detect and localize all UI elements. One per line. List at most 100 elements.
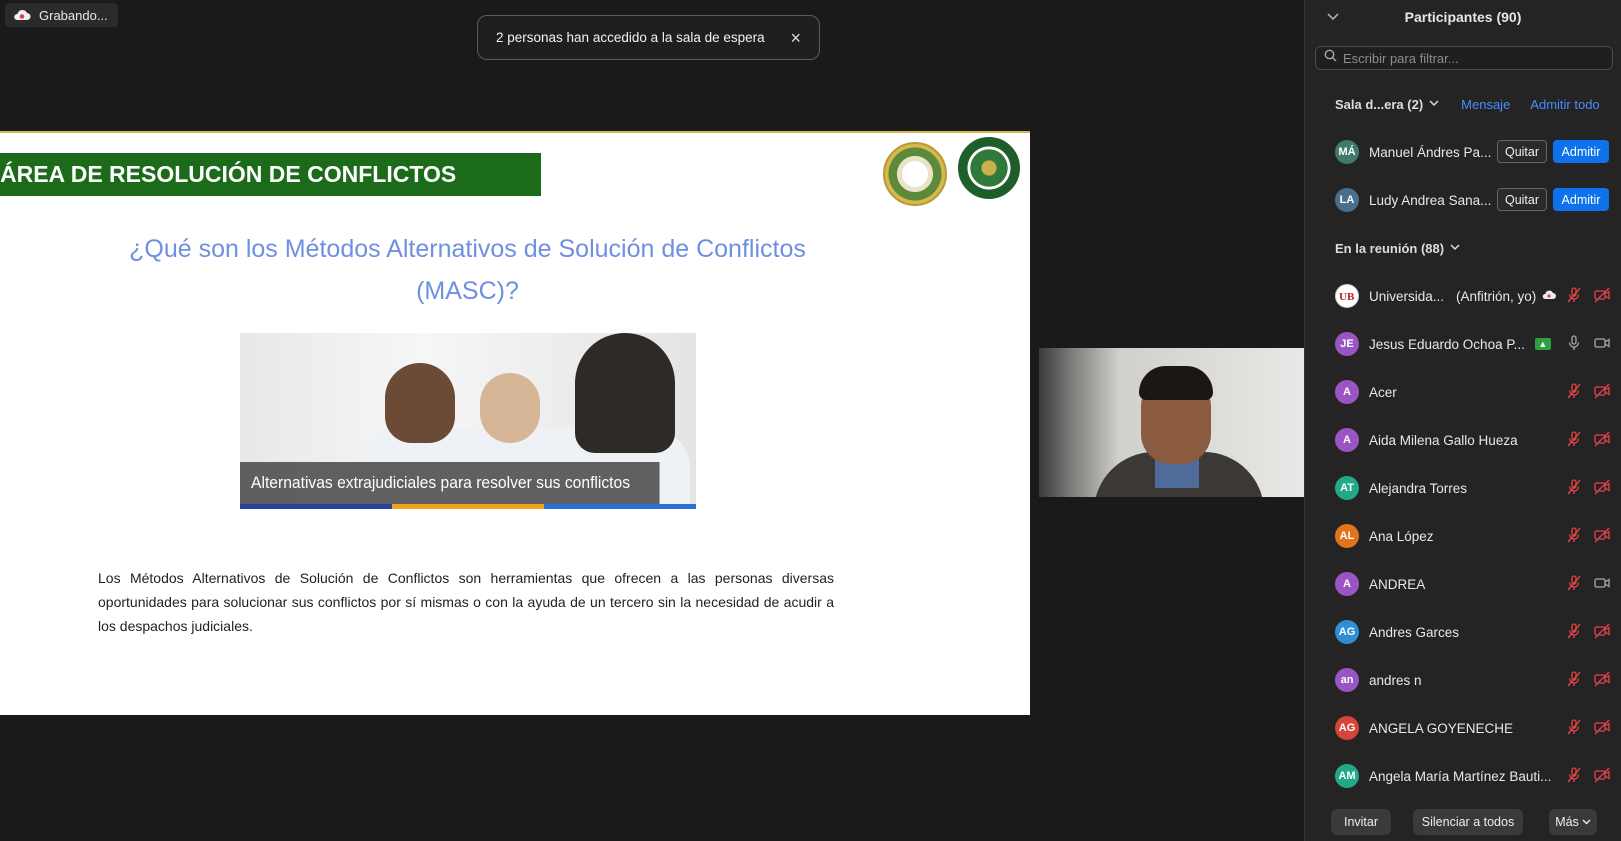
mic-muted-icon[interactable] (1565, 622, 1583, 640)
slide-body-text: Los Métodos Alternativos de Solución de … (98, 570, 834, 634)
chevron-down-icon[interactable] (1327, 10, 1339, 24)
waiting-room-label[interactable]: Sala d...era (2) (1335, 97, 1423, 112)
mute-all-button[interactable]: Silenciar a todos (1413, 809, 1523, 835)
video-person (1139, 366, 1213, 400)
remove-button[interactable]: Quitar (1497, 140, 1547, 163)
participant-name: Manuel Ándres Pa... (1369, 144, 1492, 160)
invite-button[interactable]: Invitar (1331, 809, 1391, 835)
toast-message: 2 personas han accedido a la sala de esp… (496, 30, 765, 45)
caption-stripe (240, 504, 392, 509)
admit-button[interactable]: Admitir (1553, 140, 1609, 163)
meeting-participant-row[interactable]: A Acer (1305, 368, 1621, 416)
participant-name: ANDREA (1369, 576, 1426, 592)
participant-name: Andres Garces (1369, 624, 1460, 640)
waiting-participant-row: LA Ludy Andrea Sana... Quitar Admitir (1305, 176, 1621, 224)
meeting-participant-row[interactable]: AG ANGELA GOYENECHE (1305, 704, 1621, 752)
shared-screen-slide: ÁREA DE RESOLUCIÓN DE CONFLICTOS ¿Qué so… (0, 131, 1030, 715)
message-link[interactable]: Mensaje (1461, 97, 1510, 112)
participant-name: Universida... (1369, 288, 1445, 304)
meeting-participant-row[interactable]: UB Universida... (Anfitrión, yo) (1305, 272, 1621, 320)
video-off-icon[interactable] (1593, 286, 1611, 304)
seal-logo-icon (883, 142, 947, 206)
avatar: AM (1335, 764, 1359, 788)
police-emblem-icon (958, 137, 1020, 199)
admit-all-link[interactable]: Admitir todo (1530, 97, 1599, 112)
photo-figure (575, 333, 675, 453)
avatar: A (1335, 572, 1359, 596)
video-off-icon[interactable] (1593, 430, 1611, 448)
video-icon[interactable] (1593, 574, 1611, 592)
mic-icon[interactable] (1565, 334, 1583, 352)
mic-muted-icon[interactable] (1565, 382, 1583, 400)
avatar: MÁ (1335, 140, 1359, 164)
waiting-room-toast: 2 personas han accedido a la sala de esp… (477, 15, 820, 60)
participant-name: Angela María Martínez Bauti... (1369, 768, 1552, 784)
meeting-section: En la reunión (88) (1305, 224, 1621, 272)
avatar: AG (1335, 716, 1359, 740)
participant-name: Acer (1369, 384, 1397, 400)
slide-question: ¿Qué son los Métodos Alternativos de Sol… (90, 228, 845, 312)
video-off-icon[interactable] (1593, 718, 1611, 736)
mic-muted-icon[interactable] (1565, 718, 1583, 736)
avatar: A (1335, 428, 1359, 452)
question-line-1: ¿Qué son los Métodos Alternativos de Sol… (129, 235, 806, 263)
admit-button[interactable]: Admitir (1553, 188, 1609, 211)
mic-muted-icon[interactable] (1565, 670, 1583, 688)
avatar: AG (1335, 620, 1359, 644)
cloud-record-icon (1542, 287, 1557, 305)
chevron-down-icon[interactable] (1429, 98, 1439, 110)
video-off-icon[interactable] (1593, 622, 1611, 640)
caption-stripe (544, 504, 696, 509)
video-off-icon[interactable] (1593, 478, 1611, 496)
participant-controls (1565, 526, 1611, 544)
filter-box[interactable] (1315, 46, 1613, 70)
panel-footer: Invitar Silenciar a todos Más (1305, 803, 1621, 841)
recording-indicator[interactable]: Grabando... (5, 3, 118, 27)
meeting-label[interactable]: En la reunión (88) (1335, 241, 1444, 256)
panel-header: Participantes (90) (1305, 0, 1621, 34)
panel-title: Participantes (90) (1404, 9, 1522, 25)
participant-controls (1565, 334, 1611, 352)
more-button[interactable]: Más (1549, 809, 1597, 835)
close-icon[interactable]: × (790, 29, 801, 47)
photo-figure (385, 363, 455, 443)
chevron-down-icon (1582, 819, 1591, 825)
chevron-down-icon[interactable] (1450, 242, 1460, 254)
mic-muted-icon[interactable] (1565, 430, 1583, 448)
mic-muted-icon[interactable] (1565, 766, 1583, 784)
meeting-participant-row[interactable]: A ANDREA (1305, 560, 1621, 608)
mic-muted-icon[interactable] (1565, 526, 1583, 544)
mic-muted-icon[interactable] (1565, 478, 1583, 496)
search-icon (1324, 49, 1337, 67)
video-icon[interactable] (1593, 334, 1611, 352)
video-off-icon[interactable] (1593, 670, 1611, 688)
meeting-participant-row[interactable]: AL Ana López (1305, 512, 1621, 560)
video-off-icon[interactable] (1593, 526, 1611, 544)
participant-name: andres n (1369, 672, 1422, 688)
video-off-icon[interactable] (1593, 382, 1611, 400)
avatar: an (1335, 668, 1359, 692)
mic-muted-icon[interactable] (1565, 286, 1583, 304)
photo-figure (480, 373, 540, 443)
participant-name: ANGELA GOYENECHE (1369, 720, 1514, 736)
participant-name: Alejandra Torres (1369, 480, 1468, 496)
video-off-icon[interactable] (1593, 766, 1611, 784)
meeting-participant-row[interactable]: A Aida Milena Gallo Hueza (1305, 416, 1621, 464)
meeting-participant-row[interactable]: AG Andres Garces (1305, 608, 1621, 656)
avatar: LA (1335, 188, 1359, 212)
participant-video[interactable] (1039, 348, 1304, 497)
host-logo-icon: UB (1335, 284, 1359, 308)
meeting-participant-row[interactable]: JE Jesus Eduardo Ochoa P... ▲ (1305, 320, 1621, 368)
filter-input[interactable] (1343, 50, 1603, 66)
mic-muted-icon[interactable] (1565, 574, 1583, 592)
meeting-participant-row[interactable]: AM Angela María Martínez Bauti... (1305, 752, 1621, 800)
waiting-participant-row: MÁ Manuel Ándres Pa... Quitar Admitir (1305, 128, 1621, 176)
remove-button[interactable]: Quitar (1497, 188, 1547, 211)
waiting-room-section: Sala d...era (2) Mensaje Admitir todo (1305, 80, 1621, 128)
meeting-participant-row[interactable]: an andres n (1305, 656, 1621, 704)
slide-photo: Alternativas extrajudiciales para resolv… (240, 333, 696, 509)
meeting-participant-row[interactable]: AT Alejandra Torres (1305, 464, 1621, 512)
participant-controls (1565, 478, 1611, 496)
participant-controls (1565, 286, 1611, 304)
question-line-2: (MASC)? (416, 277, 519, 305)
